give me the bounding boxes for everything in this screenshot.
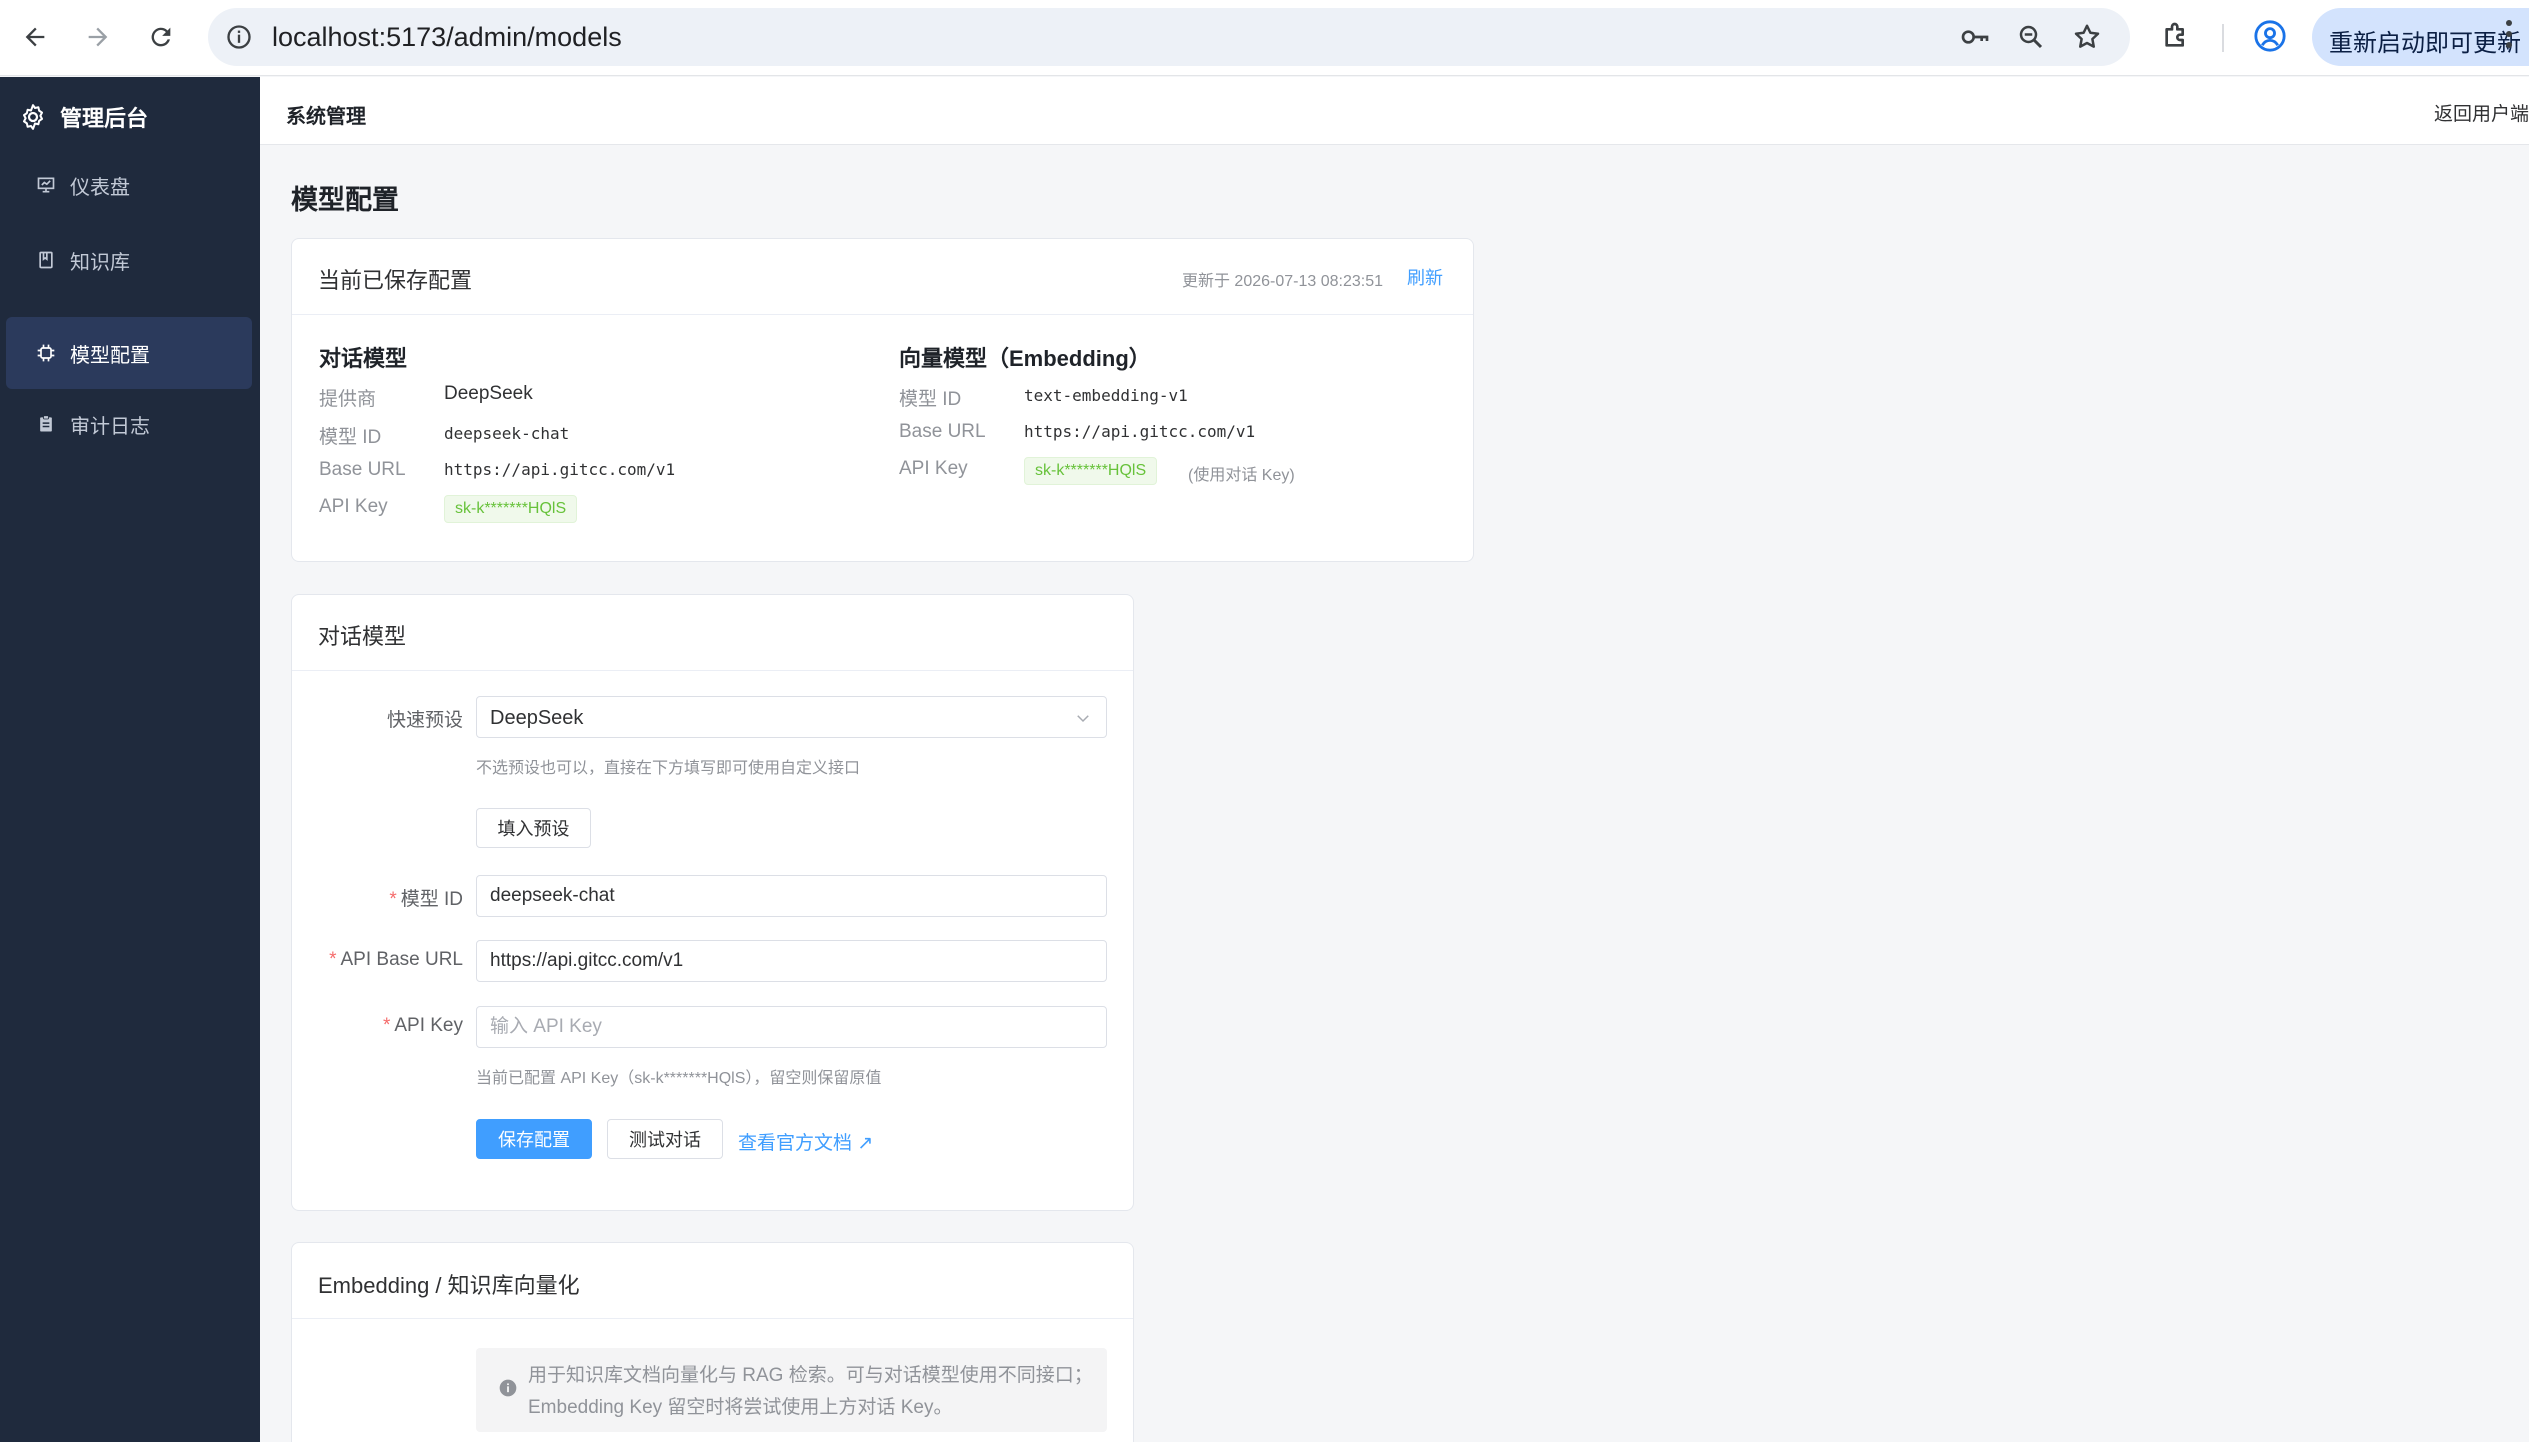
extensions-icon[interactable]: [2156, 16, 2196, 56]
site-info-icon[interactable]: [222, 20, 256, 54]
api-key-label: * API Key: [382, 1015, 463, 1036]
updated-timestamp: 更新于 2026-07-13 08:23:51: [1181, 273, 1383, 290]
preset-label: 快速预设: [386, 710, 463, 731]
sidebar-brand[interactable]: 管理后台: [18, 101, 148, 133]
saved-config-header: 当前已保存配置 更新于 2026-07-13 08:23:51 刷新: [292, 239, 1473, 315]
saved-config-title: 当前已保存配置: [318, 268, 473, 293]
browser-toolbar: localhost:5173/admin/models 重新启动即可更新: [0, 0, 2529, 76]
fill-preset-button[interactable]: 填入预设: [476, 808, 591, 848]
saved-chat-model-id-label: 模型 ID: [319, 427, 382, 448]
saved-chat-model-id-value: deepseek-chat: [444, 424, 570, 443]
embedding-form-card: Embedding / 知识库向量化 用于知识库文档向量化与 RAG 检索。可与…: [291, 1242, 1134, 1442]
sidebar: 管理后台 仪表盘 知识库 模型配置 审计日志: [0, 77, 260, 1442]
embedding-form-header: Embedding / 知识库向量化: [292, 1243, 1133, 1319]
embedding-form-title: Embedding / 知识库向量化: [318, 1273, 580, 1298]
preset-select[interactable]: DeepSeek: [476, 696, 1107, 738]
gear-icon: [23, 104, 43, 130]
dashboard-icon: [37, 177, 55, 193]
save-config-button[interactable]: 保存配置: [476, 1119, 592, 1159]
refresh-link[interactable]: 刷新: [1407, 264, 1443, 290]
bookmark-star-icon[interactable]: [2070, 20, 2104, 54]
arrow-left-icon: [25, 27, 45, 47]
embedding-info-alert: 用于知识库文档向量化与 RAG 检索。可与对话模型使用不同接口； Embeddi…: [476, 1348, 1107, 1432]
saved-config-card: 当前已保存配置 更新于 2026-07-13 08:23:51 刷新 对话模型 …: [291, 238, 1474, 562]
url-text[interactable]: localhost:5173/admin/models: [272, 22, 622, 53]
api-base-url-label: * API Base URL: [329, 949, 463, 970]
page-title: 模型配置: [291, 185, 399, 215]
sidebar-item-dashboard[interactable]: 仪表盘: [6, 149, 252, 221]
saved-embedding-base-url-value: https://api.gitcc.com/v1: [1024, 422, 1256, 441]
chat-form-title: 对话模型: [318, 624, 407, 649]
saved-embedding-model-id-label: 模型 ID: [899, 389, 962, 410]
toolbar-divider: [2222, 24, 2224, 52]
back-button[interactable]: [12, 14, 58, 60]
saved-embedding-base-url-label: Base URL: [899, 421, 986, 442]
profile-avatar-icon[interactable]: [2250, 16, 2290, 56]
forward-button[interactable]: [75, 14, 121, 60]
chip-icon: [37, 344, 55, 362]
info-icon: [499, 1379, 517, 1397]
clipboard-icon: [40, 415, 52, 432]
preset-hint: 不选预设也可以，直接在下方填写即可使用自定义接口: [476, 760, 861, 777]
chat-model-form-card: 对话模型 快速预设 DeepSeek 不选预设也可以，直接在下方填写即可使用自定…: [291, 594, 1134, 1211]
test-chat-button[interactable]: 测试对话: [607, 1119, 723, 1159]
brand-title: 管理后台: [60, 106, 149, 131]
official-docs-link[interactable]: 查看官方文档 ↗: [738, 1128, 873, 1155]
chat-form-header: 对话模型: [292, 595, 1133, 671]
header-title: 系统管理: [286, 106, 366, 128]
password-key-icon[interactable]: [1958, 20, 1992, 54]
api-base-url-input[interactable]: [476, 940, 1107, 982]
model-id-input[interactable]: [476, 875, 1107, 917]
sidebar-item-model-config[interactable]: 模型配置: [6, 317, 252, 389]
saved-chat-api-key-label: API Key: [319, 496, 388, 517]
reload-button[interactable]: [138, 14, 184, 60]
back-to-user-link[interactable]: 返回用户端: [2434, 99, 2529, 126]
embedding-info-line-1: 用于知识库文档向量化与 RAG 检索。可与对话模型使用不同接口；: [528, 1365, 1093, 1386]
saved-chat-provider-value: DeepSeek: [444, 383, 533, 404]
api-key-hint: 当前已配置 API Key（sk-k*******HQlS），留空则保留原值: [476, 1070, 882, 1087]
preset-selected-value: DeepSeek: [490, 707, 584, 729]
sidebar-item-audit-log[interactable]: 审计日志: [6, 388, 252, 460]
browser-menu-icon[interactable]: [2506, 20, 2514, 54]
relaunch-update-button[interactable]: 重新启动即可更新: [2312, 8, 2529, 66]
api-key-input[interactable]: [476, 1006, 1107, 1048]
embedding-info-line-2: Embedding Key 留空时将尝试使用上方对话 Key。: [528, 1397, 953, 1418]
arrow-right-icon: [88, 27, 108, 47]
zoom-icon[interactable]: [2014, 20, 2048, 54]
chevron-down-icon: [1077, 715, 1089, 723]
saved-chat-provider-label: 提供商: [319, 389, 377, 410]
saved-embedding-api-key-label: API Key: [899, 458, 968, 479]
address-bar[interactable]: localhost:5173/admin/models: [208, 8, 2130, 66]
saved-embedding-api-key-tag: sk-k*******HQlS: [1024, 457, 1158, 485]
saved-embedding-heading: 向量模型（Embedding）: [899, 346, 1151, 371]
saved-embedding-key-note: (使用对话 Key): [1188, 467, 1295, 484]
saved-chat-base-url-value: https://api.gitcc.com/v1: [444, 460, 676, 479]
model-id-label: * 模型 ID: [389, 889, 463, 910]
top-header: 系统管理 返回用户端: [260, 77, 2529, 145]
saved-embedding-model-id-value: text-embedding-v1: [1024, 386, 1188, 405]
saved-chat-api-key-tag: sk-k*******HQlS: [444, 495, 578, 523]
saved-chat-heading: 对话模型: [319, 346, 408, 371]
reload-icon: [151, 27, 171, 47]
sidebar-item-knowledge-base[interactable]: 知识库: [6, 224, 252, 296]
book-icon: [39, 251, 53, 269]
saved-chat-base-url-label: Base URL: [319, 459, 406, 480]
